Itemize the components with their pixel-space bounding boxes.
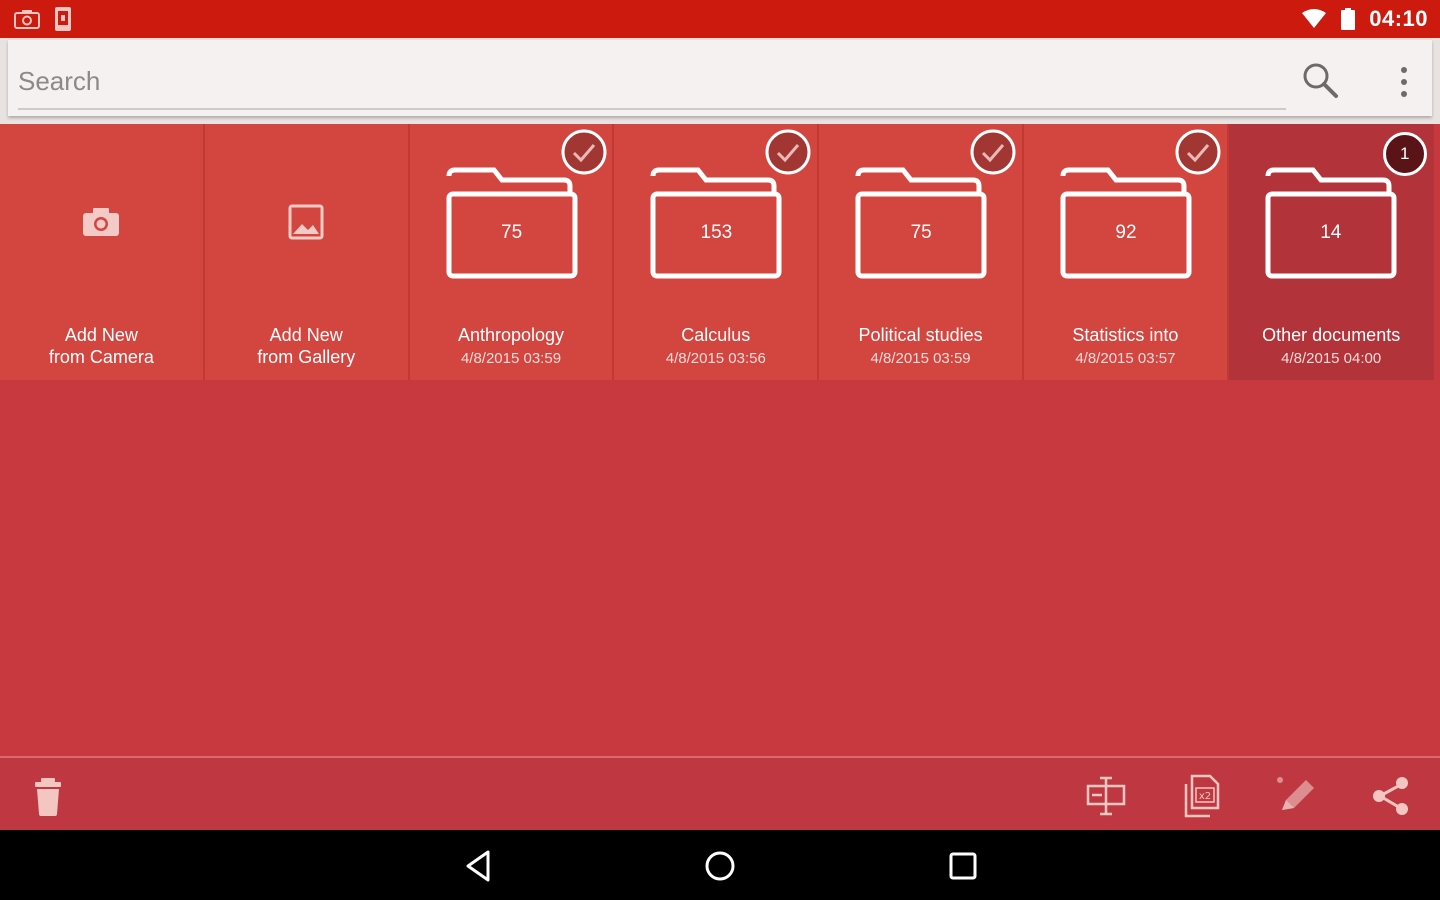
camera-icon <box>83 208 120 236</box>
gallery-icon <box>288 204 324 240</box>
folder-date: 4/8/2015 03:57 <box>1075 350 1176 367</box>
check-circle-icon[interactable] <box>560 128 608 176</box>
search-card <box>8 40 1432 116</box>
home-icon[interactable] <box>698 844 742 888</box>
status-time: 04:10 <box>1369 6 1428 31</box>
folder-name: Anthropology <box>457 325 565 345</box>
screenshot-icon <box>14 10 40 29</box>
navigation-bar <box>0 830 1440 900</box>
add-from-camera-tile[interactable]: Add New from Camera <box>0 124 205 380</box>
back-icon[interactable] <box>456 844 500 888</box>
battery-icon <box>1341 8 1356 30</box>
folder-date: 4/8/2015 03:56 <box>665 350 766 367</box>
more-options-icon[interactable] <box>1392 62 1416 102</box>
tile-label-line2: from Camera <box>48 347 154 367</box>
svg-text:x2: x2 <box>1199 791 1211 802</box>
check-circle-icon[interactable] <box>969 128 1017 176</box>
folder-count: 75 <box>910 222 932 243</box>
edit-pen-icon[interactable] <box>1272 772 1320 820</box>
tile-label-line1: Add New <box>269 325 343 345</box>
folder-count: 75 <box>501 222 523 243</box>
tile-label-line1: Add New <box>64 325 138 345</box>
folder-date: 4/8/2015 04:00 <box>1281 350 1382 367</box>
folder-tile[interactable]: 153 Calculus 4/8/2015 03:56 <box>614 124 820 380</box>
folder-tile[interactable]: 92 Statistics into 4/8/2015 03:57 <box>1023 124 1229 380</box>
trash-icon[interactable] <box>24 772 72 820</box>
folder-name: Other documents <box>1262 325 1401 345</box>
copy-x2-icon[interactable]: x2 <box>1178 772 1226 820</box>
search-input[interactable] <box>18 54 1286 110</box>
folder-name: Political studies <box>858 325 983 345</box>
share-icon[interactable] <box>1368 772 1416 820</box>
tile-label-line2: from Gallery <box>257 347 356 367</box>
folder-grid: Add New from Camera Add New from Gallery… <box>0 124 1440 380</box>
selection-count-badge[interactable]: 1 <box>1382 132 1427 176</box>
check-circle-icon[interactable] <box>764 128 812 176</box>
folder-name: Calculus <box>681 325 751 345</box>
folder-date: 4/8/2015 03:59 <box>460 350 562 367</box>
search-bar <box>0 38 1440 124</box>
ocr-icon[interactable] <box>1082 772 1130 820</box>
tile-label: Add New from Camera <box>0 324 203 368</box>
wifi-icon <box>1302 9 1327 28</box>
folder-count: 14 <box>1320 222 1342 243</box>
tile-label: Add New from Gallery <box>205 324 408 368</box>
recent-apps-icon[interactable] <box>941 844 985 888</box>
folder-tile[interactable]: 75 Political studies 4/8/2015 03:59 <box>819 124 1024 380</box>
status-bar: 04:10 <box>0 0 1440 38</box>
search-icon[interactable] <box>1300 60 1340 100</box>
folder-count: 92 <box>1115 222 1137 243</box>
folder-tile-active[interactable]: 14 1 Other documents 4/8/2015 04:00 <box>1228 124 1434 380</box>
bottom-toolbar: x2 <box>0 756 1440 830</box>
folder-tile[interactable]: 75 Anthropology 4/8/2015 03:59 <box>409 124 615 380</box>
status-right: 04:10 <box>1301 6 1428 32</box>
check-circle-icon[interactable] <box>1174 128 1222 176</box>
folder-name: Statistics into <box>1072 325 1179 345</box>
folder-count: 153 <box>700 222 733 243</box>
folder-date: 4/8/2015 03:59 <box>870 350 971 367</box>
phone-notification-icon <box>55 7 71 31</box>
status-left <box>14 6 72 32</box>
add-from-gallery-tile[interactable]: Add New from Gallery <box>204 124 410 380</box>
